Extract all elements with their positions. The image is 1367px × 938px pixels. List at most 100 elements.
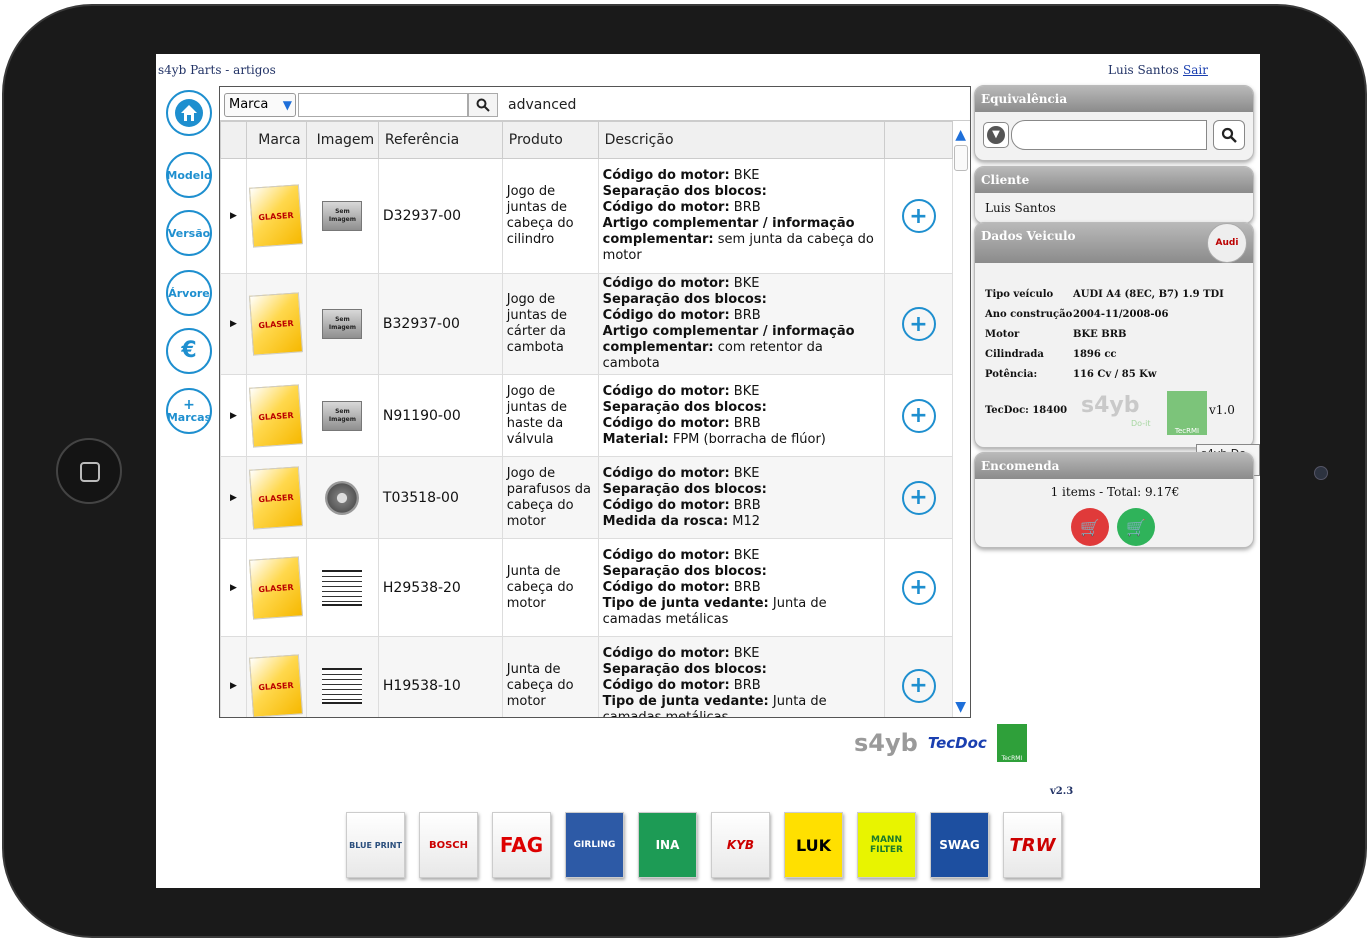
table-row[interactable]: ▶ GLASER T03518-00 Jogo de parafusos da … xyxy=(220,456,953,539)
table-row[interactable]: ▶ GLASER H19538-10 Junta de cabeça do mo… xyxy=(220,636,953,717)
action-cell: + xyxy=(884,636,953,717)
remove-cart-button[interactable]: 🛒 xyxy=(1071,508,1109,546)
reference-cell: T03518-00 xyxy=(377,456,503,539)
brand-cell: GLASER xyxy=(245,636,307,717)
equivalencia-panel: Equivalência ▼ xyxy=(974,85,1254,161)
home-icon xyxy=(175,99,203,127)
expand-row-icon[interactable]: ▶ xyxy=(220,158,247,274)
brand-kyb[interactable]: KYB xyxy=(711,812,770,878)
expand-row-icon[interactable]: ▶ xyxy=(220,456,247,539)
col-referencia[interactable]: Referência xyxy=(377,121,503,159)
encomenda-title: Encomenda xyxy=(975,453,1253,479)
add-to-cart-button[interactable]: + xyxy=(901,199,936,233)
marcas-button[interactable]: + Marcas xyxy=(166,388,212,434)
desc-key: Separação dos blocos: xyxy=(602,292,767,307)
scroll-down-icon[interactable]: ▼ xyxy=(955,699,966,715)
glaser-logo: GLASER xyxy=(249,555,304,620)
search-icon xyxy=(476,98,490,112)
brand-swag[interactable]: SWAG xyxy=(930,812,989,878)
search-input[interactable] xyxy=(298,93,468,117)
glaser-logo: GLASER xyxy=(249,184,304,248)
expand-row-icon[interactable]: ▶ xyxy=(220,538,247,637)
vehicle-year-value: 2004-11/2008-06 xyxy=(1073,309,1169,320)
desc-key: Separação dos blocos: xyxy=(602,661,767,677)
table-row[interactable]: ▶ GLASER H29538-20 Junta de cabeça do mo… xyxy=(220,538,953,637)
brand-fag[interactable]: FAG xyxy=(492,812,551,878)
add-to-cart-button[interactable]: + xyxy=(901,570,936,605)
brand-luk[interactable]: LUK xyxy=(784,812,843,878)
price-button[interactable]: € xyxy=(166,328,212,374)
action-cell: + xyxy=(884,158,953,274)
equivalencia-select[interactable]: ▼ xyxy=(983,122,1009,148)
device-home-button[interactable] xyxy=(56,438,122,504)
description-cell: Código do motor: BKE Separação dos bloco… xyxy=(597,636,886,717)
brand-ina[interactable]: INA xyxy=(638,812,697,878)
brand-cell: GLASER xyxy=(245,374,307,457)
expand-row-icon[interactable]: ▶ xyxy=(220,374,247,457)
expand-row-icon[interactable]: ▶ xyxy=(220,273,247,375)
gear-bolt-image xyxy=(325,480,360,515)
brand-bosch[interactable]: BOSCH xyxy=(419,812,478,878)
parts-grid: Marca ▼ advanced Marca Imagem Referência … xyxy=(219,86,971,718)
table-row[interactable]: ▶ GLASER Sem Imagem N91190-00 Jogo de ju… xyxy=(220,374,953,457)
desc-value: BRB xyxy=(733,415,761,431)
col-imagem[interactable]: Imagem xyxy=(305,121,379,159)
modelo-button[interactable]: Modelo xyxy=(166,152,212,198)
table-row[interactable]: ▶ GLASER Sem Imagem B32937-00 Jogo de ju… xyxy=(220,273,953,375)
desc-key: Tipo de junta vedante: xyxy=(602,595,769,611)
desc-key: Código do motor: xyxy=(602,547,730,563)
brand-blueprint[interactable]: BLUE PRINT xyxy=(346,812,405,878)
brand-cell: GLASER xyxy=(245,158,307,274)
desc-key: Separação dos blocos: xyxy=(602,184,767,199)
parts-table: Marca Imagem Referência Produto Descriçã… xyxy=(220,121,953,717)
home-button[interactable] xyxy=(166,90,212,136)
versao-button[interactable]: Versão xyxy=(166,210,212,256)
table-row[interactable]: ▶ GLASER Sem Imagem D32937-00 Jogo de ju… xyxy=(220,158,953,274)
brand-cell: GLASER xyxy=(245,538,307,637)
table-header-row: Marca Imagem Referência Produto Descriçã… xyxy=(220,121,953,159)
equivalencia-search-button[interactable] xyxy=(1213,120,1245,150)
scrollbar-thumb[interactable] xyxy=(954,145,968,171)
col-produto[interactable]: Produto xyxy=(501,121,599,159)
brand-cell: GLASER xyxy=(245,273,307,375)
desc-key: Separação dos blocos: xyxy=(602,481,767,497)
plus-icon: + xyxy=(183,396,195,413)
expand-row-icon[interactable]: ▶ xyxy=(220,636,247,717)
add-to-cart-button[interactable]: + xyxy=(901,668,936,703)
doit-label: Do-it xyxy=(1131,419,1151,428)
add-to-cart-button[interactable]: + xyxy=(901,398,936,433)
image-cell: Sem Imagem xyxy=(305,273,379,375)
euro-icon: € xyxy=(181,338,197,363)
brand-strip: BLUE PRINT BOSCH FAG GIRLING INA KYB LUK… xyxy=(346,812,1062,878)
filter-select[interactable]: Marca ▼ xyxy=(224,93,296,117)
vehicle-type-label: Tipo veículo xyxy=(985,289,1054,300)
scroll-up-icon[interactable]: ▲ xyxy=(955,127,966,143)
version-label: v1.0 xyxy=(1209,403,1235,417)
col-descricao[interactable]: Descrição xyxy=(597,121,886,159)
add-to-cart-button[interactable]: + xyxy=(901,480,936,515)
brand-mann-filter[interactable]: MANN FILTER xyxy=(857,812,916,878)
product-cell: Jogo de juntas de haste da válvula xyxy=(501,374,599,457)
desc-key: Código do motor: xyxy=(602,497,730,513)
advanced-search-link[interactable]: advanced xyxy=(508,97,576,113)
checkout-cart-button[interactable]: 🛒 xyxy=(1117,508,1155,546)
equivalencia-title: Equivalência xyxy=(975,86,1253,112)
brand-trw[interactable]: TRW xyxy=(1003,812,1062,878)
desc-key: Medida da rosca: xyxy=(602,513,729,529)
s4yb-logo[interactable]: s4yb xyxy=(1081,393,1140,418)
col-marca[interactable]: Marca xyxy=(245,121,307,159)
modelo-label: Modelo xyxy=(166,168,212,182)
desc-key: Código do motor: xyxy=(602,465,730,481)
arvore-button[interactable]: Árvore xyxy=(166,270,212,316)
cliente-name: Luis Santos xyxy=(985,201,1056,215)
add-to-cart-button[interactable]: + xyxy=(901,307,936,341)
brand-girling[interactable]: GIRLING xyxy=(565,812,624,878)
versao-label: Versão xyxy=(167,226,211,240)
tecrmi-footer-logo: TecRMI xyxy=(996,724,1027,762)
logout-link[interactable]: Sair xyxy=(1183,63,1208,77)
page-title: s4yb Parts - artigos xyxy=(158,63,276,77)
search-button[interactable] xyxy=(468,93,498,117)
equivalencia-input[interactable] xyxy=(1011,120,1207,150)
tecrmi-logo[interactable]: TecRMI xyxy=(1167,391,1207,435)
vehicle-engine-value: BKE BRB xyxy=(1073,329,1127,340)
